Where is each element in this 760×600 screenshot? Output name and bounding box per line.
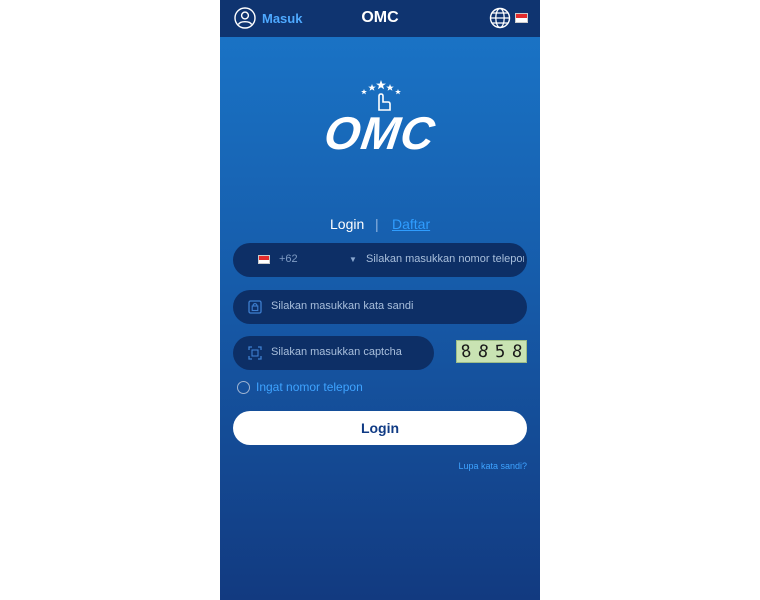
auth-tabs: Login | Daftar [220, 214, 540, 234]
indonesia-flag-icon[interactable] [515, 13, 528, 23]
password-field [233, 290, 527, 324]
captcha-input[interactable] [269, 345, 423, 359]
tab-login[interactable]: Login [330, 216, 364, 232]
forgot-password-link[interactable]: Lupa kata sandi? [458, 461, 527, 471]
captcha-field [233, 336, 434, 370]
captcha-digit: 5 [494, 341, 506, 362]
captcha-digit: 8 [511, 341, 524, 362]
login-link[interactable]: Masuk [234, 7, 302, 29]
scan-code-icon [248, 346, 262, 360]
remember-phone-option[interactable]: Ingat nomor telepon [237, 380, 363, 394]
captcha-digit: 8 [476, 340, 490, 363]
remember-label: Ingat nomor telepon [256, 380, 363, 394]
top-bar: Masuk OMC [220, 0, 540, 37]
country-code-select[interactable]: +62 [279, 253, 298, 265]
remember-radio[interactable] [237, 380, 250, 394]
login-link-label: Masuk [262, 10, 303, 26]
indonesia-flag-icon [258, 255, 270, 264]
tab-register[interactable]: Daftar [392, 216, 430, 232]
brand-logo: OMC [300, 78, 460, 159]
language-globe-icon[interactable] [489, 7, 511, 29]
caret-down-icon[interactable]: ▼ [349, 255, 357, 264]
app-screen: Masuk OMC OMC Login | Daftar +62 ▼ Silak… [220, 0, 540, 600]
captcha-image[interactable]: 8 8 5 8 [456, 340, 527, 363]
tab-separator: | [375, 216, 379, 232]
logo-wordmark: OMC [321, 107, 439, 159]
phone-input[interactable] [364, 252, 526, 266]
lock-icon [248, 300, 262, 314]
phone-field: +62 ▼ [233, 243, 527, 277]
user-icon [234, 7, 256, 29]
captcha-digit: 8 [459, 340, 473, 363]
password-input[interactable] [269, 299, 513, 313]
login-button[interactable]: Login [233, 411, 527, 445]
